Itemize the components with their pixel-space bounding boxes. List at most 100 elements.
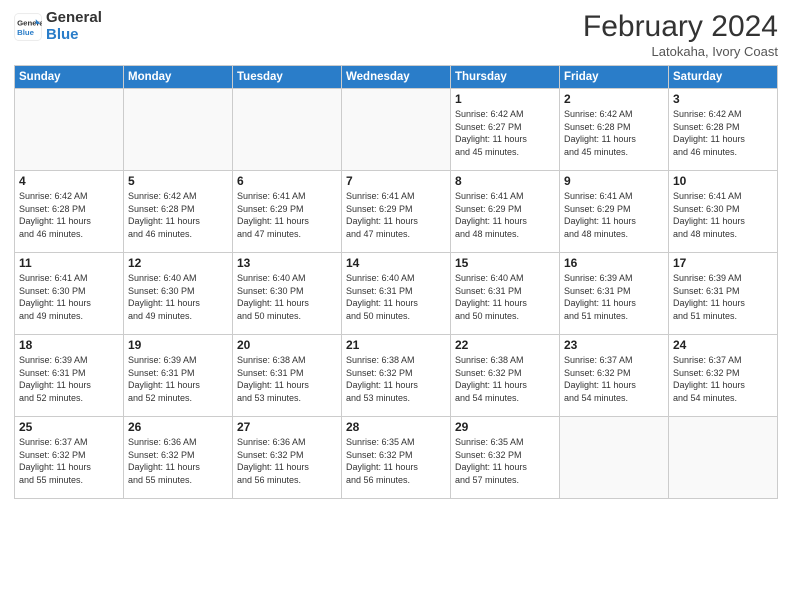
day-cell (124, 89, 233, 171)
day-info: Sunrise: 6:39 AM Sunset: 6:31 PM Dayligh… (128, 354, 228, 404)
day-cell: 12Sunrise: 6:40 AM Sunset: 6:30 PM Dayli… (124, 253, 233, 335)
day-number: 27 (237, 420, 337, 434)
day-cell (233, 89, 342, 171)
weekday-header-sunday: Sunday (15, 66, 124, 89)
day-info: Sunrise: 6:42 AM Sunset: 6:28 PM Dayligh… (128, 190, 228, 240)
day-number: 8 (455, 174, 555, 188)
day-number: 16 (564, 256, 664, 270)
day-number: 26 (128, 420, 228, 434)
day-info: Sunrise: 6:41 AM Sunset: 6:29 PM Dayligh… (564, 190, 664, 240)
day-number: 3 (673, 92, 773, 106)
day-cell: 10 Sunrise: 6:41 AM Sunset: 6:30 PM Dayli… (669, 171, 778, 253)
logo-icon: General Blue (14, 13, 42, 41)
day-cell: 22 Sunrise: 6:38 AM Sunset: 6:32 PM Dayli… (451, 335, 560, 417)
calendar-header-row: SundayMondayTuesdayWednesdayThursdayFrid… (15, 66, 778, 89)
day-info: Sunrise: 6:38 AM Sunset: 6:32 PM Dayligh… (455, 354, 555, 404)
day-info: Sunrise: 6:41 AM Sunset: 6:29 PM Dayligh… (455, 190, 555, 240)
day-info: Sunrise: 6:39 AM Sunset: 6:31 PM Dayligh… (564, 272, 664, 322)
day-number: 14 (346, 256, 446, 270)
day-cell (342, 89, 451, 171)
day-cell: 14 Sunrise: 6:40 AM Sunset: 6:31 PM Dayli… (342, 253, 451, 335)
day-info: Sunrise: 6:35 AM Sunset: 6:32 PM Dayligh… (455, 436, 555, 486)
day-cell: 9Sunrise: 6:41 AM Sunset: 6:29 PM Daylig… (560, 171, 669, 253)
svg-text:Blue: Blue (17, 27, 35, 36)
day-number: 22 (455, 338, 555, 352)
day-cell: 16 Sunrise: 6:39 AM Sunset: 6:31 PM Dayli… (560, 253, 669, 335)
day-info: Sunrise: 6:42 AM Sunset: 6:28 PM Dayligh… (564, 108, 664, 158)
week-row-2: 4 Sunrise: 6:42 AM Sunset: 6:28 PM Daylig… (15, 171, 778, 253)
day-cell: 17 Sunrise: 6:39 AM Sunset: 6:31 PM Dayli… (669, 253, 778, 335)
day-info: Sunrise: 6:41 AM Sunset: 6:30 PM Dayligh… (673, 190, 773, 240)
header: General Blue General Blue February 2024 … (14, 10, 778, 59)
day-cell: 8 Sunrise: 6:41 AM Sunset: 6:29 PM Daylig… (451, 171, 560, 253)
calendar-page: General Blue General Blue February 2024 … (0, 0, 792, 612)
day-cell: 24Sunrise: 6:37 AM Sunset: 6:32 PM Dayli… (669, 335, 778, 417)
day-number: 28 (346, 420, 446, 434)
day-cell: 6Sunrise: 6:41 AM Sunset: 6:29 PM Daylig… (233, 171, 342, 253)
day-cell: 26 Sunrise: 6:36 AM Sunset: 6:32 PM Dayli… (124, 417, 233, 499)
calendar-table: SundayMondayTuesdayWednesdayThursdayFrid… (14, 65, 778, 499)
day-number: 24 (673, 338, 773, 352)
day-cell: 7Sunrise: 6:41 AM Sunset: 6:29 PM Daylig… (342, 171, 451, 253)
day-cell (15, 89, 124, 171)
day-info: Sunrise: 6:38 AM Sunset: 6:32 PM Dayligh… (346, 354, 446, 404)
day-info: Sunrise: 6:40 AM Sunset: 6:30 PM Dayligh… (237, 272, 337, 322)
day-number: 15 (455, 256, 555, 270)
day-info: Sunrise: 6:39 AM Sunset: 6:31 PM Dayligh… (673, 272, 773, 322)
day-number: 10 (673, 174, 773, 188)
day-cell: 2Sunrise: 6:42 AM Sunset: 6:28 PM Daylig… (560, 89, 669, 171)
day-number: 25 (19, 420, 119, 434)
day-cell (669, 417, 778, 499)
subtitle: Latokaha, Ivory Coast (583, 44, 778, 59)
day-number: 29 (455, 420, 555, 434)
day-cell: 1 Sunrise: 6:42 AM Sunset: 6:27 PM Daylig… (451, 89, 560, 171)
day-info: Sunrise: 6:42 AM Sunset: 6:28 PM Dayligh… (19, 190, 119, 240)
day-number: 7 (346, 174, 446, 188)
day-info: Sunrise: 6:40 AM Sunset: 6:31 PM Dayligh… (346, 272, 446, 322)
week-row-3: 11 Sunrise: 6:41 AM Sunset: 6:30 PM Dayli… (15, 253, 778, 335)
day-info: Sunrise: 6:42 AM Sunset: 6:28 PM Dayligh… (673, 108, 773, 158)
day-number: 1 (455, 92, 555, 106)
week-row-4: 18 Sunrise: 6:39 AM Sunset: 6:31 PM Dayli… (15, 335, 778, 417)
day-cell: 23 Sunrise: 6:37 AM Sunset: 6:32 PM Dayli… (560, 335, 669, 417)
day-info: Sunrise: 6:38 AM Sunset: 6:31 PM Dayligh… (237, 354, 337, 404)
weekday-header-thursday: Thursday (451, 66, 560, 89)
day-cell: 20 Sunrise: 6:38 AM Sunset: 6:31 PM Dayli… (233, 335, 342, 417)
day-cell: 25 Sunrise: 6:37 AM Sunset: 6:32 PM Dayli… (15, 417, 124, 499)
day-info: Sunrise: 6:41 AM Sunset: 6:30 PM Dayligh… (19, 272, 119, 322)
day-cell: 11 Sunrise: 6:41 AM Sunset: 6:30 PM Dayli… (15, 253, 124, 335)
day-info: Sunrise: 6:35 AM Sunset: 6:32 PM Dayligh… (346, 436, 446, 486)
day-number: 23 (564, 338, 664, 352)
day-cell: 5Sunrise: 6:42 AM Sunset: 6:28 PM Daylig… (124, 171, 233, 253)
day-cell (560, 417, 669, 499)
day-number: 21 (346, 338, 446, 352)
day-info: Sunrise: 6:41 AM Sunset: 6:29 PM Dayligh… (237, 190, 337, 240)
day-number: 13 (237, 256, 337, 270)
day-info: Sunrise: 6:36 AM Sunset: 6:32 PM Dayligh… (128, 436, 228, 486)
day-number: 18 (19, 338, 119, 352)
day-cell: 27 Sunrise: 6:36 AM Sunset: 6:32 PM Dayli… (233, 417, 342, 499)
day-cell: 29 Sunrise: 6:35 AM Sunset: 6:32 PM Dayli… (451, 417, 560, 499)
day-number: 20 (237, 338, 337, 352)
day-info: Sunrise: 6:39 AM Sunset: 6:31 PM Dayligh… (19, 354, 119, 404)
weekday-header-monday: Monday (124, 66, 233, 89)
week-row-5: 25 Sunrise: 6:37 AM Sunset: 6:32 PM Dayli… (15, 417, 778, 499)
day-info: Sunrise: 6:37 AM Sunset: 6:32 PM Dayligh… (19, 436, 119, 486)
day-info: Sunrise: 6:37 AM Sunset: 6:32 PM Dayligh… (564, 354, 664, 404)
day-cell: 21 Sunrise: 6:38 AM Sunset: 6:32 PM Dayli… (342, 335, 451, 417)
day-info: Sunrise: 6:42 AM Sunset: 6:27 PM Dayligh… (455, 108, 555, 158)
day-cell: 18 Sunrise: 6:39 AM Sunset: 6:31 PM Dayli… (15, 335, 124, 417)
weekday-header-saturday: Saturday (669, 66, 778, 89)
day-cell: 19Sunrise: 6:39 AM Sunset: 6:31 PM Dayli… (124, 335, 233, 417)
day-number: 17 (673, 256, 773, 270)
day-cell: 4 Sunrise: 6:42 AM Sunset: 6:28 PM Daylig… (15, 171, 124, 253)
day-number: 11 (19, 256, 119, 270)
day-info: Sunrise: 6:36 AM Sunset: 6:32 PM Dayligh… (237, 436, 337, 486)
day-info: Sunrise: 6:40 AM Sunset: 6:31 PM Dayligh… (455, 272, 555, 322)
day-number: 4 (19, 174, 119, 188)
day-number: 12 (128, 256, 228, 270)
day-cell: 3 Sunrise: 6:42 AM Sunset: 6:28 PM Daylig… (669, 89, 778, 171)
weekday-header-wednesday: Wednesday (342, 66, 451, 89)
day-cell: 13 Sunrise: 6:40 AM Sunset: 6:30 PM Dayli… (233, 253, 342, 335)
calendar-body: 1 Sunrise: 6:42 AM Sunset: 6:27 PM Daylig… (15, 89, 778, 499)
